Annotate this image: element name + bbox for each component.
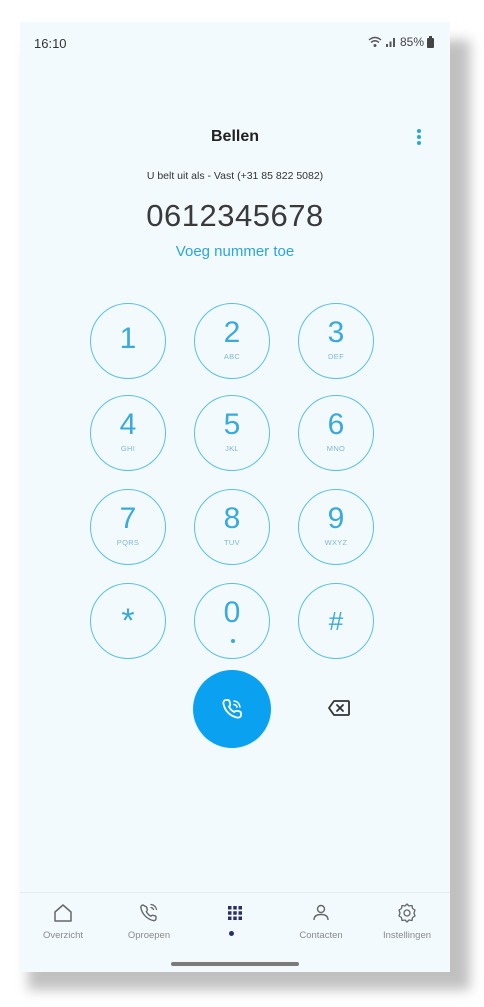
- caller-id-text[interactable]: U belt uit als - Vast (+31 85 822 5082): [20, 170, 450, 182]
- nav-label: Oproepen: [127, 930, 171, 941]
- key-digit: 7: [119, 502, 137, 535]
- bottom-navigation: Overzicht Oproepen Contacten Instellinge…: [20, 892, 450, 972]
- key-digit: 4: [119, 408, 137, 441]
- backspace-icon[interactable]: [326, 695, 352, 721]
- page-title: Bellen: [210, 128, 259, 145]
- nav-item-overzicht[interactable]: Overzicht: [20, 901, 106, 941]
- home-indicator-bar[interactable]: [171, 962, 299, 966]
- battery-percentage: 85%: [399, 35, 424, 49]
- key-1[interactable]: 1: [90, 303, 166, 379]
- key-4[interactable]: 4 GHI: [90, 395, 166, 471]
- key-9[interactable]: 9 WXYZ: [298, 489, 374, 565]
- key-digit: 3: [327, 316, 345, 349]
- screenshot-canvas: 16:10 85% Bellen U belt uit als - Vast (…: [0, 0, 484, 1007]
- call-button[interactable]: [193, 670, 271, 748]
- phone-screen: 16:10 85% Bellen U belt uit als - Vast (…: [20, 22, 450, 972]
- key-digit: 1: [119, 322, 137, 355]
- plus-indicator: [231, 639, 235, 643]
- key-8[interactable]: 8 TUV: [194, 489, 270, 565]
- wifi-icon: [368, 36, 382, 47]
- home-icon: [54, 904, 72, 922]
- key-digit: 5: [223, 408, 241, 441]
- nav-item-oproepen[interactable]: Oproepen: [106, 901, 192, 941]
- key-digit: 2: [223, 316, 241, 349]
- phone-call-icon: [222, 699, 242, 719]
- key-digit: #: [328, 606, 344, 636]
- more-options-icon[interactable]: [414, 126, 424, 148]
- key-5[interactable]: 5 JKL: [194, 395, 270, 471]
- key-digit: 9: [327, 502, 345, 535]
- add-number-link[interactable]: Voeg nummer toe: [20, 243, 450, 260]
- key-7[interactable]: 7 PQRS: [90, 489, 166, 565]
- key-digit: 0: [223, 596, 241, 629]
- key-0[interactable]: 0: [194, 583, 270, 659]
- key-6[interactable]: 6 MNO: [298, 395, 374, 471]
- nav-label: Overzicht: [42, 930, 84, 941]
- key-hash[interactable]: #: [298, 583, 374, 659]
- key-digit: 6: [327, 408, 345, 441]
- dialpad-icon: [228, 906, 242, 920]
- gear-icon: [398, 903, 416, 923]
- key-digit: *: [121, 602, 135, 640]
- key-letters: WXYZ: [324, 538, 348, 547]
- key-letters: PQRS: [116, 538, 140, 547]
- key-2[interactable]: 2 ABC: [194, 303, 270, 379]
- signal-icon: [385, 38, 395, 47]
- key-letters: TUV: [224, 538, 240, 547]
- phone-calls-icon: [140, 903, 158, 922]
- person-icon: [313, 904, 329, 921]
- key-letters: JKL: [225, 444, 239, 453]
- nav-item-dialpad[interactable]: [192, 901, 278, 930]
- key-letters: DEF: [328, 352, 344, 361]
- key-star[interactable]: *: [90, 583, 166, 659]
- nav-item-instellingen[interactable]: Instellingen: [364, 901, 450, 941]
- status-indicators: 85%: [368, 35, 434, 49]
- key-letters: MNO: [326, 444, 346, 453]
- dialed-number-display[interactable]: 0612345678: [20, 198, 450, 234]
- nav-label: Instellingen: [382, 930, 432, 941]
- battery-icon: [427, 36, 434, 48]
- key-3[interactable]: 3 DEF: [298, 303, 374, 379]
- key-digit: 8: [223, 502, 241, 535]
- key-letters: ABC: [223, 352, 241, 361]
- key-letters: GHI: [120, 444, 136, 453]
- status-bar: 16:10 85%: [20, 22, 450, 62]
- nav-label: Contacten: [299, 930, 343, 941]
- active-tab-indicator: [229, 931, 234, 936]
- status-time: 16:10: [34, 36, 67, 51]
- nav-item-contacten[interactable]: Contacten: [278, 901, 364, 941]
